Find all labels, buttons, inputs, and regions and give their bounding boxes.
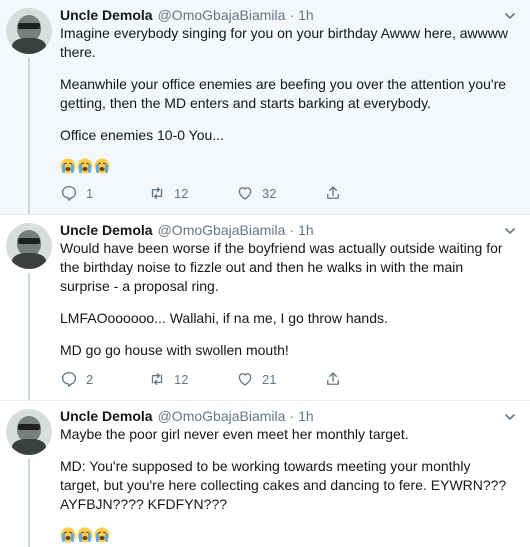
timestamp[interactable]: 1h xyxy=(298,221,314,239)
chevron-down-icon[interactable] xyxy=(502,409,518,425)
tweet-header: Uncle Demola @OmoGbajaBiamila · 1h xyxy=(60,6,510,24)
loudly-crying-face-icon xyxy=(94,158,110,174)
tweet-content: Uncle Demola @OmoGbajaBiamila · 1h Maybe… xyxy=(54,407,520,547)
reply-button[interactable]: 1 xyxy=(60,184,148,202)
avatar[interactable] xyxy=(6,409,52,455)
loudly-crying-face-icon xyxy=(94,527,110,543)
retweet-count: 12 xyxy=(174,185,189,201)
separator-dot: · xyxy=(289,7,295,23)
thread-line xyxy=(28,459,30,547)
heart-icon xyxy=(238,187,252,200)
avatar-column xyxy=(6,221,54,400)
tweet-paragraph: Imagine everybody singing for you on you… xyxy=(60,25,508,60)
display-name[interactable]: Uncle Demola xyxy=(60,221,153,239)
separator-dot: · xyxy=(289,222,295,238)
loudly-crying-face-icon xyxy=(60,158,76,174)
reply-button[interactable]: 2 xyxy=(60,370,148,388)
chevron-down-icon[interactable] xyxy=(502,223,518,239)
share-icon xyxy=(327,186,339,199)
user-handle[interactable]: @OmoGbajaBiamila xyxy=(158,221,286,239)
reply-icon xyxy=(61,185,77,201)
tweet-text: Would have been worse if the boyfriend w… xyxy=(60,239,510,360)
like-button[interactable]: 32 xyxy=(236,184,324,202)
tweet-thread: Uncle Demola @OmoGbajaBiamila · 1h Imagi… xyxy=(0,0,530,547)
tweet-text: Maybe the poor girl never even meet her … xyxy=(60,425,510,514)
tweet-content: Uncle Demola @OmoGbajaBiamila · 1h Would… xyxy=(54,221,520,400)
user-handle[interactable]: @OmoGbajaBiamila xyxy=(158,407,286,425)
retweet-button[interactable]: 12 xyxy=(148,370,236,388)
tweet[interactable]: Uncle Demola @OmoGbajaBiamila · 1h Imagi… xyxy=(0,0,530,215)
reply-icon xyxy=(61,371,77,387)
tweet-paragraph: MD: You're supposed to be working toward… xyxy=(60,458,507,512)
tweet-text: Imagine everybody singing for you on you… xyxy=(60,24,510,145)
tweet[interactable]: Uncle Demola @OmoGbajaBiamila · 1h Maybe… xyxy=(0,401,530,547)
tweet[interactable]: Uncle Demola @OmoGbajaBiamila · 1h Would… xyxy=(0,215,530,401)
avatar-column xyxy=(6,407,54,547)
tweet-actions: 1 12 32 xyxy=(60,180,510,206)
tweet-content: Uncle Demola @OmoGbajaBiamila · 1h Imagi… xyxy=(54,6,520,214)
retweet-count: 12 xyxy=(174,371,189,387)
tweet-paragraph: LMFAOoooooo... Wallahi, if na me, I go t… xyxy=(60,310,388,326)
like-count: 32 xyxy=(262,185,277,201)
loudly-crying-face-icon xyxy=(77,527,93,543)
tweet-paragraph: Would have been worse if the boyfriend w… xyxy=(60,240,503,294)
loudly-crying-face-icon xyxy=(60,527,76,543)
tweet-header: Uncle Demola @OmoGbajaBiamila · 1h xyxy=(60,407,510,425)
like-button[interactable]: 21 xyxy=(236,370,324,388)
reply-count: 2 xyxy=(86,371,94,387)
like-count: 21 xyxy=(262,371,277,387)
retweet-button[interactable]: 12 xyxy=(148,184,236,202)
timestamp[interactable]: 1h xyxy=(298,407,314,425)
retweet-icon xyxy=(151,373,163,385)
retweet-icon xyxy=(151,187,163,199)
display-name[interactable]: Uncle Demola xyxy=(60,6,153,24)
avatar[interactable] xyxy=(6,8,52,54)
loudly-crying-face-icon xyxy=(77,158,93,174)
tweet-paragraph: Office enemies 10-0 You... xyxy=(60,127,224,143)
share-button[interactable] xyxy=(324,184,412,202)
thread-line xyxy=(28,58,30,214)
tweet-header: Uncle Demola @OmoGbajaBiamila · 1h xyxy=(60,221,510,239)
tweet-paragraph: Maybe the poor girl never even meet her … xyxy=(60,426,409,442)
user-handle[interactable]: @OmoGbajaBiamila xyxy=(158,6,286,24)
tweet-actions: 2 12 21 xyxy=(60,366,510,392)
display-name[interactable]: Uncle Demola xyxy=(60,407,153,425)
share-icon xyxy=(327,372,339,385)
tweet-paragraph: Meanwhile your office enemies are beefin… xyxy=(60,76,507,111)
avatar[interactable] xyxy=(6,223,52,269)
reply-count: 1 xyxy=(86,185,94,201)
emoji-row xyxy=(60,527,510,543)
avatar-column xyxy=(6,6,54,214)
emoji-row xyxy=(60,158,510,174)
separator-dot: · xyxy=(289,408,295,424)
heart-icon xyxy=(238,373,252,386)
thread-line xyxy=(28,273,30,400)
timestamp[interactable]: 1h xyxy=(298,6,314,24)
share-button[interactable] xyxy=(324,370,412,388)
tweet-paragraph: MD go go house with swollen mouth! xyxy=(60,342,289,358)
chevron-down-icon[interactable] xyxy=(502,8,518,24)
